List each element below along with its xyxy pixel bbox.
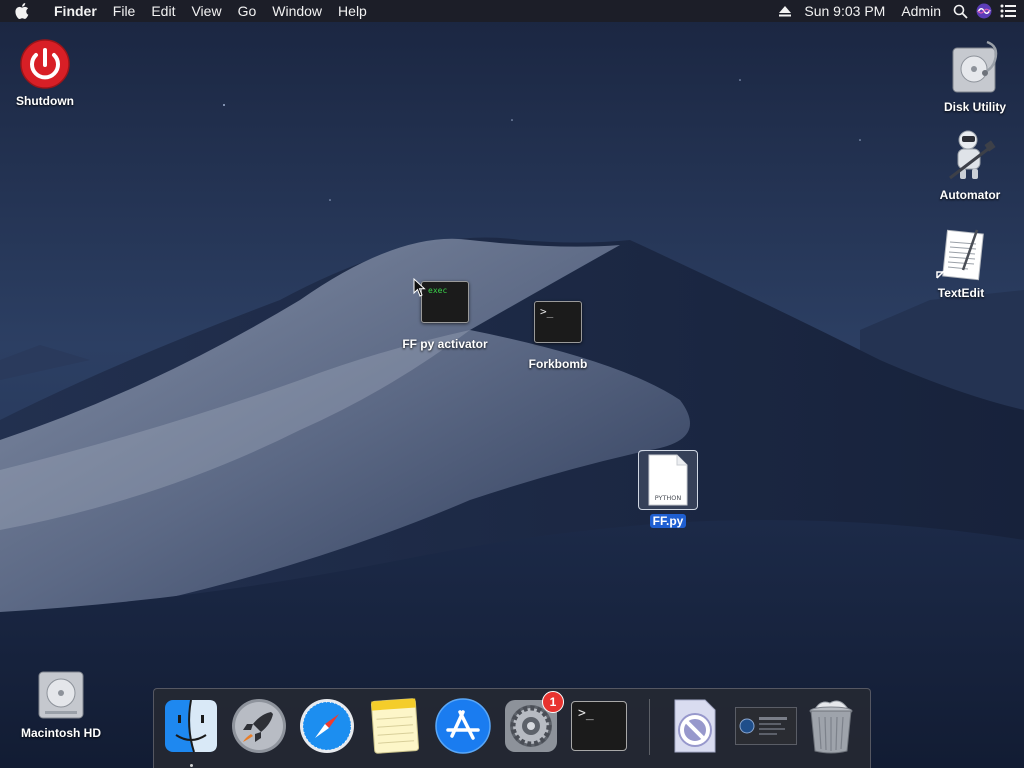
dock-finder[interactable]	[162, 697, 220, 755]
desktop-icon-label: Disk Utility	[943, 100, 1006, 114]
notes-icon	[370, 698, 420, 754]
desktop-icon-disk-utility[interactable]: Disk Utility	[936, 36, 1014, 114]
terminal-prompt-text: >_	[540, 305, 554, 318]
menu-file[interactable]: File	[105, 0, 144, 22]
desktop-icon-forkbomb[interactable]: >_ Forkbomb	[520, 301, 596, 371]
desktop-icon-shutdown[interactable]: Shutdown	[8, 38, 82, 108]
menu-go[interactable]: Go	[230, 0, 265, 22]
hard-drive-icon	[35, 668, 87, 722]
eject-icon[interactable]	[778, 0, 792, 22]
mouse-cursor-icon	[413, 278, 426, 297]
disk-utility-icon	[947, 36, 1003, 96]
menu-edit[interactable]: Edit	[143, 0, 183, 22]
terminal-icon: >_	[571, 701, 627, 751]
desktop-icon-ff-py[interactable]: PYTHON FF.py	[630, 450, 706, 528]
notification-center-icon[interactable]	[1000, 0, 1016, 22]
terminal-script-icon: >_	[534, 301, 582, 343]
spotlight-search-icon[interactable]	[953, 0, 968, 22]
trash-full-icon	[809, 700, 853, 754]
power-button-icon	[19, 38, 71, 90]
python-file-type-text: PYTHON	[655, 494, 682, 502]
desktop-icon-ff-py-activator[interactable]: exec FF py activator	[394, 281, 496, 351]
desktop-icon-label: FF py activator	[402, 337, 488, 351]
menu-window[interactable]: Window	[264, 0, 330, 22]
prohibited-app-icon	[674, 699, 716, 753]
menu-bar-status-area: Sun 9:03 PM Admin	[778, 0, 1024, 22]
dock-launchpad[interactable]	[230, 697, 288, 755]
dock-trash[interactable]	[802, 697, 860, 755]
desktop-icon-label: Macintosh HD	[20, 726, 101, 740]
terminal-prompt-text: >_	[578, 706, 594, 721]
desktop-icon-automator[interactable]: Automator	[932, 128, 1008, 202]
desktop-icon-textedit[interactable]: TextEdit	[926, 226, 996, 300]
desktop-icon-label: Shutdown	[16, 94, 74, 108]
desktop-icon-label: FF.py	[649, 514, 687, 528]
menu-bar: Finder File Edit View Go Window Help Sun…	[0, 0, 1024, 22]
menu-clock[interactable]: Sun 9:03 PM	[800, 0, 889, 22]
exec-icon-text: exec	[428, 286, 448, 295]
app-store-icon	[435, 698, 491, 754]
desktop-icon-macintosh-hd[interactable]: Macintosh HD	[14, 668, 108, 740]
menu-app-name[interactable]: Finder	[44, 0, 105, 22]
launchpad-rocket-icon	[232, 699, 286, 753]
desktop-icon-label: TextEdit	[937, 286, 985, 300]
menu-help[interactable]: Help	[330, 0, 375, 22]
dock-separator	[649, 699, 650, 755]
exec-terminal-icon: exec	[421, 281, 469, 323]
dock-safari[interactable]	[298, 697, 356, 755]
dock-notes[interactable]	[366, 697, 424, 755]
automator-robot-icon	[942, 128, 998, 184]
dock-system-preferences[interactable]: 1	[502, 691, 564, 755]
desktop-icon-label: Forkbomb	[528, 357, 588, 371]
finder-icon	[165, 699, 217, 753]
python-file-icon: PYTHON	[638, 450, 698, 510]
apple-logo-icon[interactable]	[0, 0, 44, 22]
menu-user[interactable]: Admin	[897, 0, 945, 22]
safari-compass-icon	[300, 699, 354, 753]
dock-screen-thumbnail[interactable]	[734, 697, 798, 755]
dock-prohibited-app[interactable]	[666, 697, 724, 755]
screenshot-thumbnail-icon	[735, 707, 797, 745]
dock: 1 >_	[153, 688, 871, 768]
desktop-icon-label: Automator	[939, 188, 1001, 202]
textedit-alias-icon	[933, 226, 989, 282]
siri-icon[interactable]	[976, 0, 992, 22]
menu-view[interactable]: View	[183, 0, 229, 22]
finder-running-indicator	[190, 764, 193, 767]
desktop-wallpaper	[0, 0, 1024, 768]
dock-app-store[interactable]	[434, 697, 492, 755]
notification-badge: 1	[542, 691, 564, 713]
dock-terminal[interactable]: >_	[570, 697, 628, 755]
